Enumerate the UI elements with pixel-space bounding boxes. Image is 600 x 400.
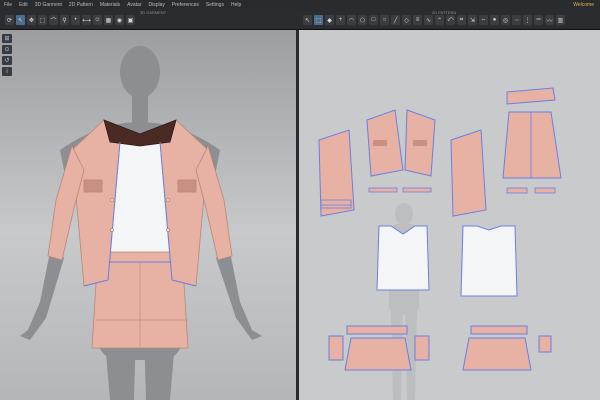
select-icon[interactable]: ↖ — [16, 15, 25, 25]
pleat-icon[interactable]: ▥ — [556, 15, 565, 25]
tack-icon[interactable]: • — [71, 15, 80, 25]
jacket-waistband-pieces[interactable] — [320, 187, 556, 206]
curve-point-icon[interactable]: ◠ — [347, 15, 356, 25]
jacket-front-right-pattern[interactable] — [404, 109, 436, 177]
pattern-toolbar: ↖ ⬚ ◆ + ◠ ⬠ □ ○ ╱ ◇ ≡ ∿ ⌃ ⤺ ⌗ ⇲ ⇔ ● ◎ ┈ ⋮ ═ 〰 ▥ — [303, 15, 565, 27]
jacket-back-pattern[interactable] — [502, 87, 562, 179]
rectangle-icon[interactable]: □ — [369, 15, 378, 25]
pattern-2d-viewport[interactable] — [299, 30, 600, 400]
menu-file[interactable]: File — [4, 2, 12, 8]
fold-icon[interactable]: ⌒ — [49, 15, 58, 25]
add-point-icon[interactable]: + — [336, 15, 345, 25]
shirt-back-pattern[interactable] — [460, 225, 518, 297]
menu-help[interactable]: Help — [231, 2, 241, 8]
avatar-points-icon[interactable]: ⊙ — [2, 45, 12, 54]
measure-icon[interactable]: ⟷ — [82, 15, 91, 25]
menu-display[interactable]: Display — [149, 2, 165, 8]
elastic-icon[interactable]: 〰 — [545, 15, 554, 25]
menu-materials[interactable]: Materials — [100, 2, 120, 8]
edit-point-icon[interactable]: ◆ — [325, 15, 334, 25]
render-icon[interactable]: ◉ — [115, 15, 124, 25]
dart-icon[interactable]: ◇ — [402, 15, 411, 25]
snapshot-icon[interactable]: ▣ — [126, 15, 135, 25]
menu-bar: File Edit 3D Garment 2D Pattern Material… — [0, 0, 600, 9]
internal-line-icon[interactable]: ╱ — [391, 15, 400, 25]
simulate-icon[interactable]: ⟳ — [5, 15, 14, 25]
notch-icon[interactable]: ⌃ — [435, 15, 444, 25]
topstitch-icon[interactable]: ┈ — [512, 15, 521, 25]
reset-icon[interactable]: ↺ — [2, 56, 12, 65]
seam-icon[interactable]: ≡ — [413, 15, 422, 25]
garment-3d-scene — [20, 46, 262, 400]
skirt-back-pattern[interactable] — [462, 325, 552, 371]
select-pattern-icon[interactable]: ↖ — [303, 15, 312, 25]
menu-2d-pattern[interactable]: 2D Pattern — [69, 2, 93, 8]
arrangement-icon[interactable]: ⊞ — [2, 34, 12, 43]
transform-icon[interactable]: ⬚ — [38, 15, 47, 25]
piping-icon[interactable]: ═ — [534, 15, 543, 25]
free-seam-icon[interactable]: ∿ — [424, 15, 433, 25]
garment-toolbar: ⟳ ↖ ✥ ⬚ ⌒ ⚲ • ⟷ ☺ ▦ ◉ ▣ — [5, 15, 135, 27]
info-icon[interactable]: i — [2, 67, 12, 76]
user-label[interactable]: Welcome — [573, 2, 594, 8]
fold-arrangement-icon[interactable]: ⤺ — [446, 15, 455, 25]
menu-settings[interactable]: Settings — [206, 2, 224, 8]
grading-icon[interactable]: ⇲ — [468, 15, 477, 25]
jacket-sleeve-right-pattern[interactable] — [450, 129, 487, 217]
texture-icon[interactable]: ▦ — [104, 15, 113, 25]
garment-window-title: 3D GARMENT — [140, 10, 167, 15]
trace-icon[interactable]: ⌗ — [457, 15, 466, 25]
pin-icon[interactable]: ⚲ — [60, 15, 69, 25]
side-tool-column: ⊞ ⊙ ↺ i — [2, 34, 12, 76]
menu-preferences[interactable]: Preferences — [172, 2, 199, 8]
buttonhole-icon[interactable]: ◎ — [501, 15, 510, 25]
polygon-icon[interactable]: ⬠ — [358, 15, 367, 25]
jacket-front-left-pattern[interactable] — [366, 109, 404, 177]
menu-3d-garment[interactable]: 3D Garment — [35, 2, 62, 8]
avatar-icon[interactable]: ☺ — [93, 15, 102, 25]
symmetry-icon[interactable]: ⇔ — [479, 15, 488, 25]
zipper-icon[interactable]: ⋮ — [523, 15, 532, 25]
transform-pattern-icon[interactable]: ⬚ — [314, 15, 323, 25]
garment-3d-viewport[interactable]: ⊞ ⊙ ↺ i — [0, 30, 296, 400]
menu-avatar[interactable]: Avatar — [127, 2, 141, 8]
move-icon[interactable]: ✥ — [27, 15, 36, 25]
pattern-2d-scene — [318, 87, 562, 400]
circle-icon[interactable]: ○ — [380, 15, 389, 25]
menu-edit[interactable]: Edit — [19, 2, 28, 8]
button-icon[interactable]: ● — [490, 15, 499, 25]
shirt-front-pattern[interactable] — [376, 225, 430, 291]
